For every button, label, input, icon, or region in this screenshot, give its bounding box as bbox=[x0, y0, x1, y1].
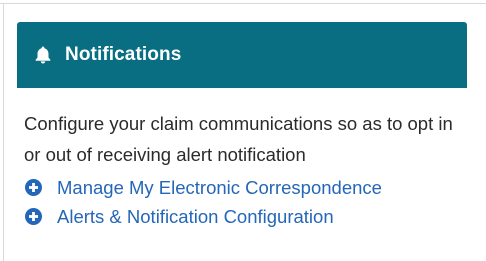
top-divider bbox=[0, 3, 486, 4]
alerts-notification-configuration-link[interactable]: Alerts & Notification Configuration bbox=[24, 202, 467, 231]
panel-body: Configure your claim communications so a… bbox=[17, 88, 467, 231]
manage-electronic-correspondence-label[interactable]: Manage My Electronic Correspondence bbox=[57, 177, 382, 199]
panel-description: Configure your claim communications so a… bbox=[24, 113, 453, 165]
manage-electronic-correspondence-link[interactable]: Manage My Electronic Correspondence bbox=[24, 173, 467, 202]
panel-header: Notifications bbox=[17, 22, 467, 88]
plus-circle-icon bbox=[25, 208, 42, 225]
bell-icon bbox=[33, 45, 53, 65]
notifications-panel: Notifications Configure your claim commu… bbox=[17, 22, 467, 231]
left-divider bbox=[3, 3, 4, 261]
alerts-notification-configuration-label[interactable]: Alerts & Notification Configuration bbox=[57, 206, 334, 228]
panel-title: Notifications bbox=[65, 44, 182, 65]
plus-circle-icon bbox=[25, 179, 42, 196]
